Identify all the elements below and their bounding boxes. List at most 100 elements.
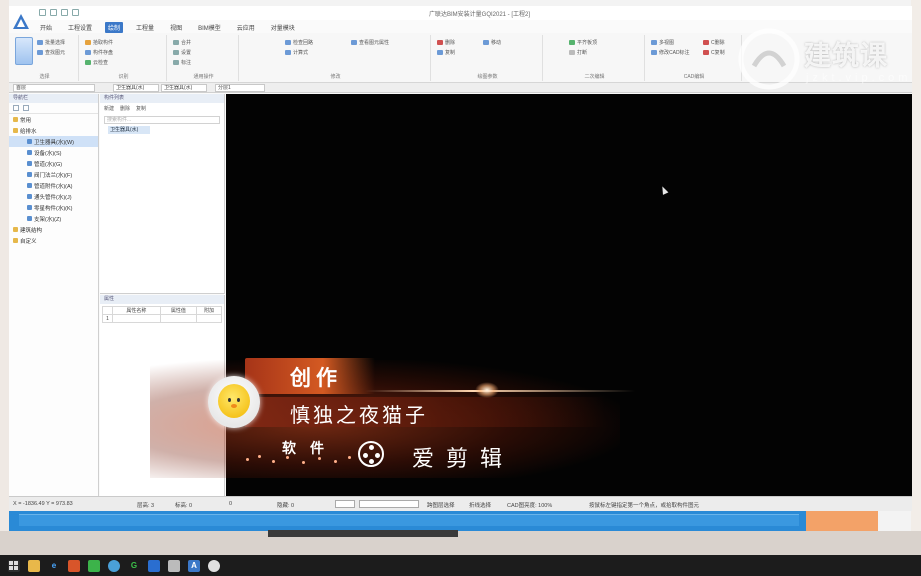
film-reel-icon — [358, 441, 384, 467]
base-height-readout: 标高: 0 — [175, 503, 193, 509]
new-button[interactable]: 新建 — [104, 105, 114, 112]
overlay-creator-name: 慎独之夜猫子 — [290, 405, 428, 427]
list-item[interactable]: 卫生器具(水) — [108, 126, 150, 134]
office-icon[interactable] — [68, 559, 80, 572]
align-top-button[interactable]: 平齐板顶 — [569, 39, 597, 46]
status-hint: 按鼠标左键指定第一个角点，或拾取构件图元 — [589, 503, 700, 509]
save-icon[interactable] — [39, 9, 46, 16]
element-select[interactable]: 卫生器具(水) — [161, 84, 207, 92]
element-properties-button[interactable]: 查看图元属性 — [351, 39, 389, 46]
annotate-button[interactable]: 标注 — [173, 59, 191, 66]
tab-cloud[interactable]: 云应用 — [234, 22, 258, 33]
floor-select[interactable]: 首层 — [13, 84, 95, 92]
nav-tree-item[interactable]: 通头管件(水)(J) — [9, 191, 98, 202]
background-strip — [0, 531, 921, 555]
overlay-lens-flare — [475, 382, 499, 398]
tab-quantity[interactable]: 工程量 — [133, 22, 157, 33]
file-explorer-icon[interactable] — [28, 559, 40, 572]
ribbon-group-modify: 检查回路 计算式 查看图元属性 修改 — [241, 35, 431, 81]
polyline-select-toggle[interactable]: 折线选择 — [469, 501, 491, 509]
formula-button[interactable]: 计算式 — [285, 49, 308, 56]
undo-icon[interactable] — [61, 9, 68, 16]
select-icon[interactable] — [15, 37, 33, 65]
tab-project-settings[interactable]: 工程设置 — [65, 22, 95, 33]
tab-bim-model[interactable]: BIM模型 — [195, 22, 224, 33]
globe-icon[interactable] — [108, 559, 120, 572]
component-icon — [27, 161, 32, 166]
multi-view-button[interactable]: 多视图 — [651, 39, 674, 46]
cross-layer-select-toggle[interactable]: 跨图层选择 — [427, 501, 455, 509]
copy-button[interactable]: 复制 — [437, 49, 455, 56]
taskbar: e G A — [0, 555, 921, 576]
layer-select[interactable]: 分层1 — [215, 84, 265, 92]
mouse-cursor-icon — [659, 185, 669, 195]
component-icon — [27, 150, 32, 155]
move-button[interactable]: 移动 — [483, 39, 501, 46]
component-icon — [27, 205, 32, 210]
tab-start[interactable]: 开始 — [37, 22, 55, 33]
snap-toggle[interactable] — [335, 500, 355, 508]
g-app-icon[interactable]: G — [128, 559, 140, 572]
nav-tree-label: 通头管件(水)(J) — [34, 194, 72, 201]
folder-icon — [13, 128, 18, 133]
glodon-logo-icon[interactable] — [11, 12, 31, 32]
nav-tree-item[interactable]: 卫生器具(水)(W) — [9, 136, 98, 147]
component-save-button[interactable]: 构件存盘 — [85, 49, 113, 56]
nav-tree-item[interactable]: 零星构件(水)(K) — [9, 202, 98, 213]
tab-compare[interactable]: 对量模块 — [268, 22, 298, 33]
component-search-input[interactable]: 搜索构件... — [104, 116, 220, 124]
nav-tree-label: 建筑结构 — [20, 227, 43, 234]
wechat-icon[interactable] — [88, 559, 100, 572]
cad-brightness-control[interactable]: CAD图亮度: 100% — [507, 501, 552, 509]
pick-component-button[interactable]: 拾取构件 — [85, 39, 113, 46]
break-button[interactable]: 打断 — [569, 49, 587, 56]
ribbon-group-label: 识别 — [118, 74, 129, 80]
ribbon-group-label: 二次编辑 — [584, 74, 605, 80]
ie-browser-icon[interactable]: e — [48, 559, 60, 572]
table-cell[interactable] — [112, 314, 161, 323]
collapse-icon[interactable] — [23, 105, 29, 111]
table-row[interactable]: 1 — [102, 314, 222, 323]
table-cell[interactable] — [196, 314, 222, 323]
copy-component-button[interactable]: 复制 — [136, 105, 146, 112]
redo-icon[interactable] — [72, 9, 79, 16]
watermark-subtext: jzkt.vip.com — [806, 72, 912, 84]
nav-tree-item[interactable]: 管道(水)(G) — [9, 158, 98, 169]
find-element-button[interactable]: 查找图元 — [37, 49, 65, 56]
draw-mode-toggles[interactable] — [359, 500, 419, 508]
tab-draw[interactable]: 绘制 — [105, 22, 124, 33]
overlay-light-line — [365, 390, 635, 392]
nav-tree-item[interactable]: 常用 — [9, 114, 98, 125]
nav-tree-item[interactable]: 阀门法兰(水)(F) — [9, 169, 98, 180]
start-icon[interactable] — [8, 559, 20, 572]
photo-app-icon[interactable] — [148, 559, 160, 572]
delete-component-button[interactable]: 删除 — [120, 105, 130, 112]
nav-panel-tools — [9, 103, 98, 114]
nav-tree-item[interactable]: 管道附件(水)(A) — [9, 180, 98, 191]
tablet-icon[interactable] — [168, 559, 180, 572]
type-select[interactable]: 卫生器具(水) — [113, 84, 159, 92]
settings-button[interactable]: 设置 — [173, 49, 191, 56]
floor-height-readout: 层高: 3 — [137, 503, 155, 509]
nav-tree-item[interactable]: 设备(水)(S) — [9, 147, 98, 158]
cloud-check-button[interactable]: 云检查 — [85, 59, 108, 66]
open-icon[interactable] — [50, 9, 57, 16]
watermark: 建筑课 jzkt.vip.com — [736, 26, 921, 96]
delete-button[interactable]: 删除 — [437, 39, 455, 46]
cad-delete-button[interactable]: C删除 — [703, 39, 725, 46]
media-player-icon[interactable] — [208, 559, 220, 572]
nav-tree-item[interactable]: 建筑结构 — [9, 224, 98, 235]
batch-select-button[interactable]: 批量选择 — [37, 39, 65, 46]
modify-cad-annotation-button[interactable]: 修改CAD标注 — [651, 49, 690, 56]
expand-icon[interactable] — [13, 105, 19, 111]
nav-tree-item[interactable]: 给排水 — [9, 125, 98, 136]
nav-tree-item[interactable]: 支架(水)(Z) — [9, 213, 98, 224]
tab-view[interactable]: 视图 — [167, 22, 185, 33]
cad-copy-button[interactable]: C复制 — [703, 49, 725, 56]
nav-tree-item[interactable]: 自定义 — [9, 235, 98, 246]
avatar — [208, 376, 260, 428]
check-circuit-button[interactable]: 检查回路 — [285, 39, 313, 46]
glodon-app-icon[interactable]: A — [188, 559, 200, 572]
table-cell[interactable] — [159, 314, 198, 323]
merge-button[interactable]: 合并 — [173, 39, 191, 46]
